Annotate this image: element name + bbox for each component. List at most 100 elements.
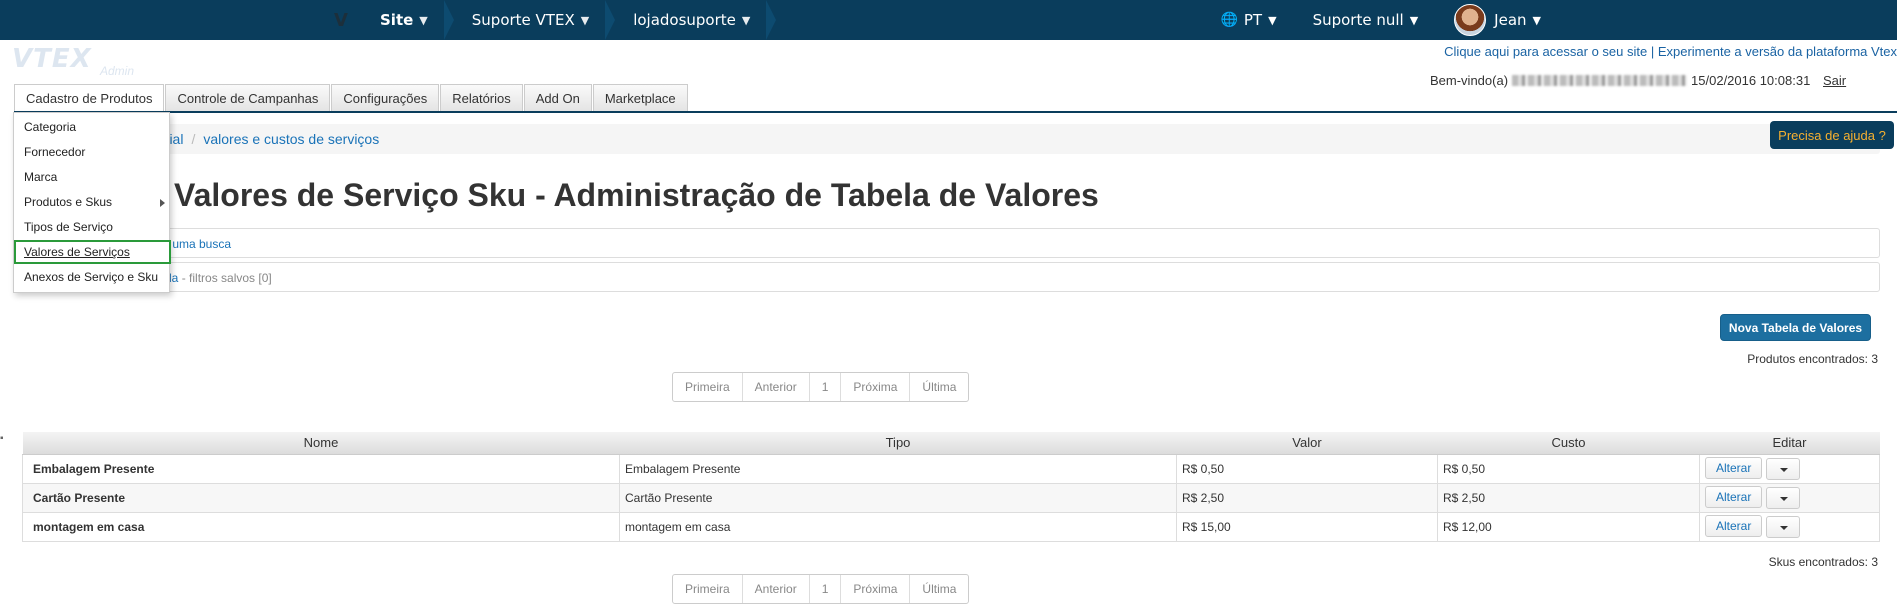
- welcome-datetime: 15/02/2016 10:08:31: [1691, 73, 1811, 88]
- pager-next[interactable]: Próxima: [841, 373, 911, 401]
- saved-filters-count: - filtros salvos [0]: [178, 271, 272, 285]
- tab-add-on[interactable]: Add On: [523, 84, 592, 112]
- pager-next[interactable]: Próxima: [841, 575, 911, 603]
- cell-valor: R$ 0,50: [1176, 453, 1438, 484]
- alterar-button[interactable]: Alterar: [1705, 457, 1763, 480]
- saved-filters-text: da - filtros salvos [0]: [165, 271, 272, 285]
- tab-underline: [14, 111, 1897, 113]
- store-breadcrumb: Site ▼ Suporte VTEX ▼ lojadosuporte ▼: [362, 0, 777, 40]
- pager-page[interactable]: 1: [810, 373, 842, 401]
- language-label: PT: [1243, 11, 1263, 29]
- chevron-down-icon: ▼: [1268, 13, 1277, 27]
- crumb-suporte-vtex[interactable]: Suporte VTEX ▼: [454, 0, 616, 40]
- tab-relatorios[interactable]: Relatórios: [440, 84, 523, 112]
- chevron-down-icon: ▼: [1409, 13, 1419, 27]
- crumb-label: Suporte VTEX: [471, 11, 575, 29]
- table-row: Embalagem Presente Embalagem Presente R$…: [22, 453, 1880, 484]
- main-tabs: Cadastro de Produtos Controle de Campanh…: [14, 84, 689, 112]
- pagination-top: Primeira Anterior 1 Próxima Última: [672, 372, 970, 402]
- skus-found: Skus encontrados: 3: [1768, 555, 1878, 569]
- alterar-button[interactable]: Alterar: [1705, 486, 1763, 509]
- top-right-menu: 🌐 PT ▼ Suporte null ▼ Jean ▼: [1184, 0, 1541, 40]
- alterar-button[interactable]: Alterar: [1705, 515, 1763, 538]
- tab-cadastro-de-produtos[interactable]: Cadastro de Produtos: [14, 84, 165, 112]
- menu-item-marca[interactable]: Marca: [24, 170, 57, 184]
- menu-item-tipos-de-servico[interactable]: Tipos de Serviço: [24, 220, 113, 234]
- chevron-down-icon: ▼: [741, 13, 751, 27]
- cadastro-dropdown-menu: Categoria Fornecedor Marca Produtos e Sk…: [13, 112, 171, 293]
- pager-page[interactable]: 1: [810, 575, 842, 603]
- account-label: Suporte null: [1312, 11, 1404, 29]
- col-tipo: Tipo: [619, 432, 1177, 455]
- chevron-down-icon: ▼: [1532, 13, 1541, 27]
- menu-item-categoria[interactable]: Categoria: [24, 120, 76, 134]
- saved-filters-panel: da - filtros salvos [0]: [14, 262, 1880, 292]
- cell-valor: R$ 2,50: [1176, 482, 1438, 513]
- col-editar: Editar: [1699, 432, 1880, 455]
- crumb-lojadosuporte[interactable]: lojadosuporte ▼: [615, 0, 777, 40]
- chevron-down-icon: ▼: [419, 13, 428, 27]
- cell-nome: Cartão Presente: [22, 482, 620, 513]
- cell-editar: Alterar: [1699, 511, 1880, 542]
- table-row: Cartão Presente Cartão Presente R$ 2,50 …: [22, 482, 1880, 513]
- submenu-arrow-icon: [160, 199, 165, 207]
- col-nome: Nome: [22, 432, 620, 455]
- cell-editar: Alterar: [1699, 482, 1880, 513]
- search-link[interactable]: r uma busca: [165, 237, 231, 251]
- avatar: [1454, 4, 1487, 36]
- vtex-admin-sub: Admin: [100, 64, 135, 78]
- welcome-prefix: Bem-vindo(a): [1430, 73, 1509, 88]
- pager-first[interactable]: Primeira: [673, 575, 743, 603]
- vtex-admin-logo[interactable]: VTEX: [12, 44, 92, 74]
- page-title: Valores de Serviço Sku - Administração d…: [174, 177, 1099, 213]
- cell-custo: R$ 0,50: [1437, 453, 1700, 484]
- blurred-email: [1512, 75, 1688, 86]
- cell-editar: Alterar: [1699, 453, 1880, 484]
- vtex-logo-icon[interactable]: V: [334, 10, 348, 31]
- cell-tipo: montagem em casa: [619, 511, 1177, 542]
- pager-prev[interactable]: Anterior: [743, 575, 810, 603]
- cell-custo: R$ 2,50: [1437, 482, 1700, 513]
- user-menu[interactable]: Jean ▼: [1454, 4, 1541, 36]
- col-valor: Valor: [1176, 432, 1438, 455]
- globe-icon: 🌐: [1220, 12, 1238, 28]
- caret-down-icon[interactable]: [1766, 515, 1801, 538]
- menu-item-valores-de-servicos[interactable]: Valores de Serviços: [24, 245, 130, 259]
- breadcrumb-separator: /: [191, 131, 196, 147]
- pager-prev[interactable]: Anterior: [743, 373, 810, 401]
- tab-controle-de-campanhas[interactable]: Controle de Campanhas: [165, 84, 331, 112]
- tab-configuracoes[interactable]: Configurações: [331, 84, 440, 112]
- menu-item-anexos[interactable]: Anexos de Serviço e Sku: [24, 270, 158, 284]
- tab-marketplace[interactable]: Marketplace: [592, 84, 688, 112]
- caret-down-icon[interactable]: [1766, 486, 1801, 509]
- logout-link[interactable]: Sair: [1823, 73, 1846, 88]
- menu-item-produtos-e-skus[interactable]: Produtos e Skus: [24, 195, 112, 209]
- cell-tipo: Embalagem Presente: [619, 453, 1177, 484]
- search-panel: r uma busca: [14, 228, 1880, 258]
- pager-last[interactable]: Última: [910, 575, 968, 603]
- pager-first[interactable]: Primeira: [673, 373, 743, 401]
- stray-mark: ▪: [0, 433, 4, 444]
- breadcrumb-links: ercial/valores e custos de serviços: [150, 131, 379, 147]
- table-header-row: Nome Tipo Valor Custo Editar: [22, 432, 1880, 455]
- new-value-table-button[interactable]: Nova Tabela de Valores: [1720, 314, 1871, 341]
- caret-down-icon[interactable]: [1766, 457, 1801, 480]
- crumb-site[interactable]: Site ▼: [362, 0, 454, 40]
- cell-tipo: Cartão Presente: [619, 482, 1177, 513]
- table-row: montagem em casa montagem em casa R$ 15,…: [22, 511, 1880, 542]
- language-selector[interactable]: 🌐 PT ▼: [1220, 11, 1276, 29]
- top-navbar: V Site ▼ Suporte VTEX ▼ lojadosuporte ▼ 🌐 PT…: [0, 0, 1897, 40]
- menu-item-fornecedor[interactable]: Fornecedor: [24, 145, 85, 159]
- crumb-label: lojadosuporte: [633, 11, 736, 29]
- pager-last[interactable]: Última: [910, 373, 968, 401]
- values-table: Nome Tipo Valor Custo Editar Embalagem P…: [22, 432, 1880, 542]
- site-links[interactable]: Clique aqui para acessar o seu site | Ex…: [1444, 44, 1897, 59]
- account-selector[interactable]: Suporte null ▼: [1313, 11, 1419, 29]
- welcome-text: Bem-vindo(a) 15/02/2016 10:08:31: [1430, 73, 1810, 88]
- breadcrumb-item-valores[interactable]: valores e custos de serviços: [203, 131, 379, 147]
- chevron-down-icon: ▼: [580, 13, 590, 27]
- col-custo: Custo: [1437, 432, 1700, 455]
- cell-custo: R$ 12,00: [1437, 511, 1700, 542]
- help-button[interactable]: Precisa de ajuda ?: [1770, 121, 1894, 149]
- pagination-bottom: Primeira Anterior 1 Próxima Última: [672, 574, 970, 604]
